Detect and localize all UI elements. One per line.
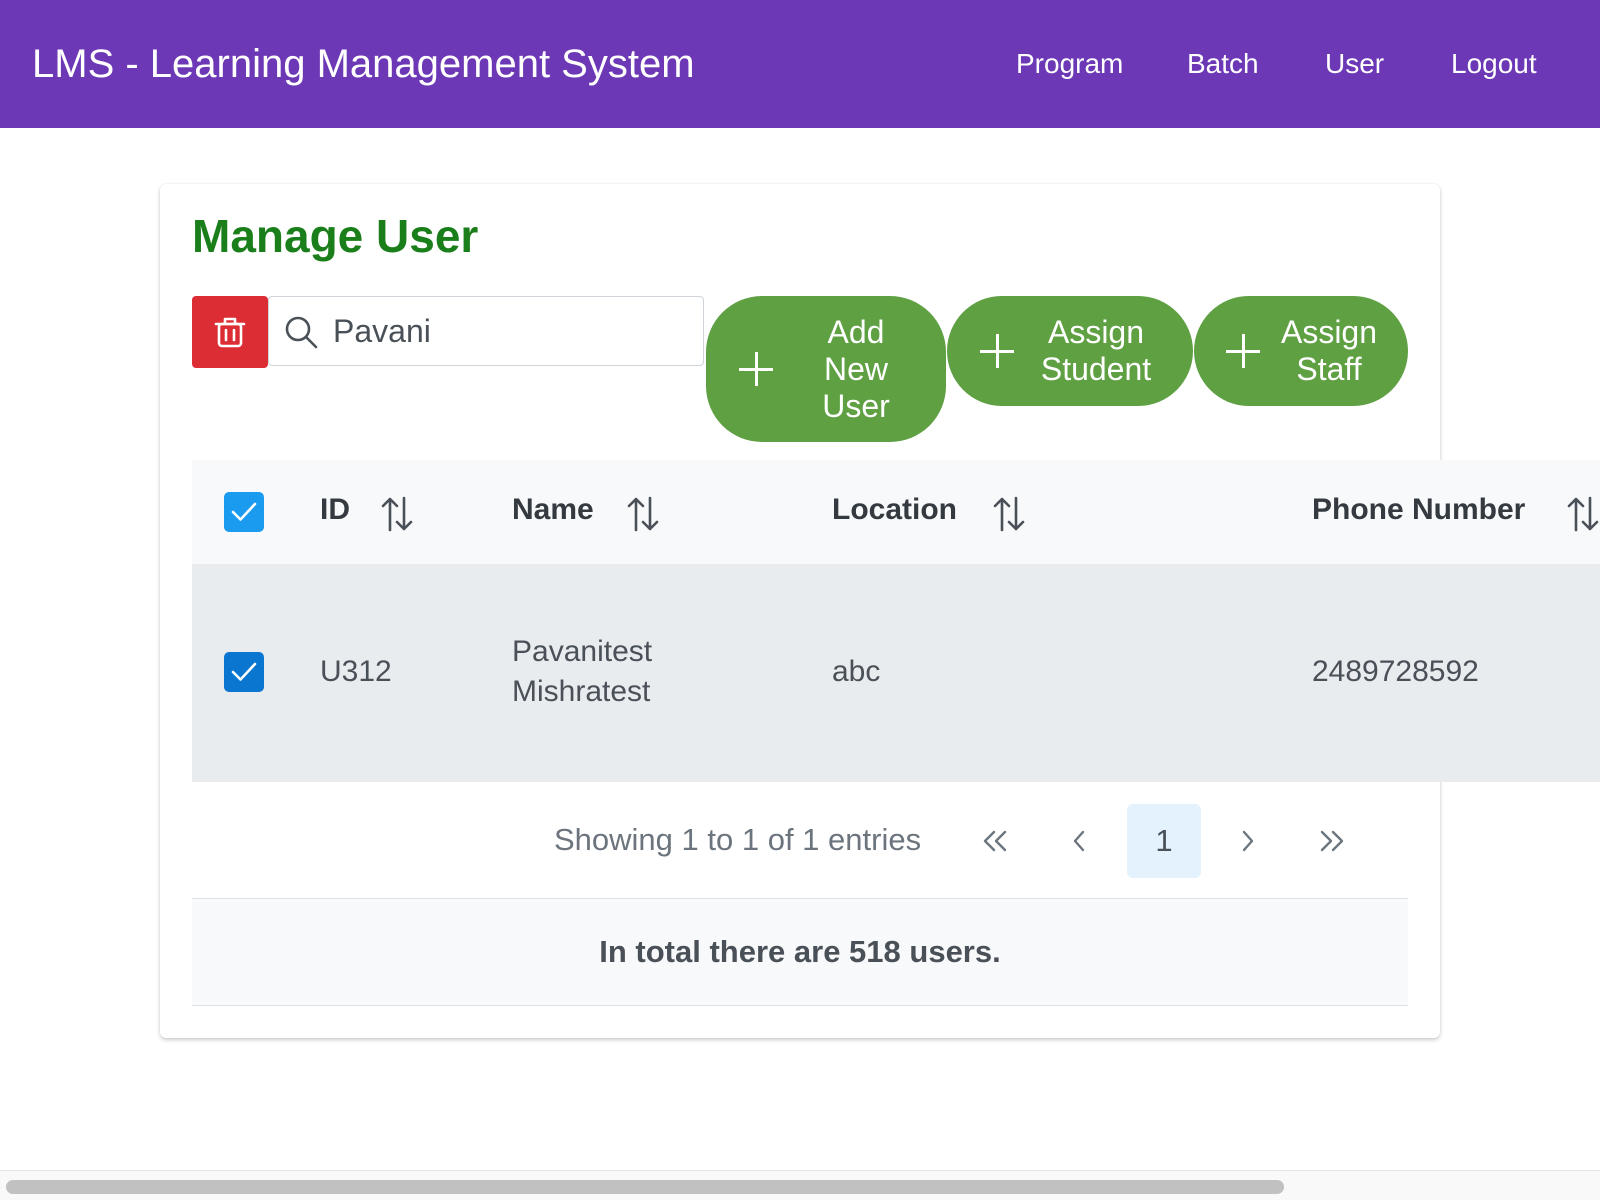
column-header-phone-number[interactable]: Phone Number — [1312, 490, 1525, 530]
cell-phone: 2489728592 — [1312, 655, 1479, 688]
assign-staff-button[interactable]: Assign Staff — [1194, 296, 1408, 406]
check-icon — [231, 662, 257, 681]
chevron-left-icon — [1073, 830, 1085, 852]
nav-program[interactable]: Program — [1016, 44, 1123, 84]
trash-icon — [214, 317, 246, 348]
previous-page-button[interactable] — [1042, 804, 1116, 878]
column-header-location[interactable]: Location — [832, 490, 957, 530]
page-title: Manage User — [192, 210, 479, 262]
chevron-right-icon — [1242, 830, 1254, 852]
plus-icon — [1226, 334, 1260, 368]
assign-staff-label: Assign Staff — [1280, 314, 1378, 387]
double-chevron-right-icon — [1320, 830, 1344, 852]
next-page-button[interactable] — [1211, 804, 1285, 878]
search-field[interactable] — [268, 296, 704, 366]
app-title: LMS - Learning Management System — [32, 42, 695, 86]
last-page-button[interactable] — [1295, 804, 1369, 878]
cell-id: U312 — [320, 655, 392, 688]
horizontal-scrollbar[interactable] — [0, 1170, 1600, 1200]
plus-icon — [739, 352, 773, 386]
row-checkbox[interactable] — [224, 652, 264, 692]
scrollbar-thumb[interactable] — [6, 1180, 1284, 1194]
sort-icon[interactable] — [992, 496, 1026, 532]
page-1-button[interactable]: 1 — [1127, 804, 1201, 878]
cell-location: abc — [832, 655, 881, 688]
search-input[interactable] — [333, 309, 693, 353]
column-header-id[interactable]: ID — [320, 490, 350, 530]
first-page-button[interactable] — [958, 804, 1032, 878]
pagination-summary: Showing 1 to 1 of 1 entries — [554, 822, 922, 857]
plus-icon — [980, 334, 1014, 368]
nav-logout[interactable]: Logout — [1451, 44, 1537, 84]
search-icon — [285, 316, 318, 349]
sort-icon[interactable] — [380, 496, 414, 532]
column-header-name[interactable]: Name — [512, 490, 594, 530]
nav-user[interactable]: User — [1325, 44, 1384, 84]
table-row[interactable]: U312 Pavanitest Mishratest abc 248972859… — [192, 564, 1600, 782]
top-navbar: LMS - Learning Management System Program… — [0, 0, 1600, 128]
nav-batch[interactable]: Batch — [1187, 44, 1259, 84]
select-all-checkbox[interactable] — [224, 492, 264, 532]
assign-student-button[interactable]: Assign Student — [947, 296, 1193, 406]
table-header: ID Name Location Phone Number — [192, 460, 1600, 564]
delete-selected-button[interactable] — [192, 296, 268, 368]
total-users-summary: In total there are 518 users. — [192, 898, 1408, 1006]
assign-student-label: Assign Student — [1040, 314, 1152, 387]
check-icon — [231, 502, 257, 521]
add-new-user-label: Add New User — [822, 314, 890, 424]
cell-name-line1: Pavanitest — [512, 635, 653, 668]
sort-icon[interactable] — [1566, 496, 1600, 532]
sort-icon[interactable] — [626, 496, 660, 532]
add-new-user-button[interactable]: Add New User — [706, 296, 946, 442]
double-chevron-left-icon — [983, 830, 1007, 852]
cell-name-line2: Mishratest — [512, 675, 651, 708]
